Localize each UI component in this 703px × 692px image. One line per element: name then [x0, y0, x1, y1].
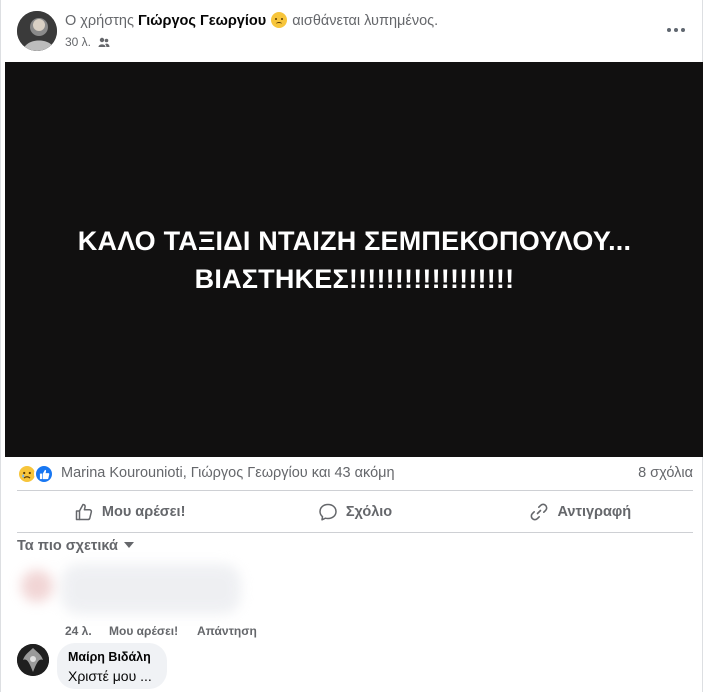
image-text-line-1: ΚΑΛΟ ΤΑΞΙΔΙ ΝΤΑΙΖΗ ΣΕΜΠΕΚΟΠΟΥΛΟΥ...	[77, 225, 632, 256]
comment-icon	[319, 503, 337, 521]
author-avatar[interactable]	[17, 11, 57, 51]
thumbs-up-icon	[75, 503, 93, 521]
sad-face-emoji-icon	[271, 12, 288, 28]
comment-text: Χριστέ μου ...	[68, 668, 152, 684]
reaction-icons[interactable]	[17, 464, 57, 484]
dot-icon	[674, 28, 678, 32]
comment-reply-button[interactable]: Απάντηση	[197, 624, 257, 638]
reactions-summary: Marina Kourounioti, Γιώργος Γεωργίου και…	[17, 462, 693, 486]
comments-count[interactable]: 8 σχόλια	[638, 465, 693, 481]
copy-link-button[interactable]: Αντιγραφή	[468, 494, 693, 530]
feed-post: Ο χρήστης Γιώργος Γεωργίου αισθάνεται λυ…	[0, 0, 703, 692]
comment-bubble: Μαίρη Βιδάλη Χριστέ μου ...	[57, 643, 167, 689]
comment-sort-dropdown[interactable]: Τα πιο σχετικά	[17, 538, 134, 554]
divider	[17, 532, 693, 533]
caret-down-icon	[123, 542, 134, 548]
comment-sort-label: Τα πιο σχετικά	[17, 538, 118, 554]
comment-avatar	[21, 570, 53, 602]
author-line: Ο χρήστης Γιώργος Γεωργίου αισθάνεται λυ…	[65, 12, 438, 29]
dot-icon	[681, 28, 685, 32]
copy-link-button-label: Αντιγραφή	[557, 504, 632, 520]
comment-avatar[interactable]	[17, 644, 49, 676]
dot-icon	[667, 28, 671, 32]
commenter-name[interactable]: Μαίρη Βιδάλη	[68, 650, 156, 664]
like-reaction-icon	[34, 464, 54, 484]
image-text-line-2: ΒΙΑΣΤΗΚΕΣ!!!!!!!!!!!!!!!!!!	[194, 263, 515, 294]
comment-button[interactable]: Σχόλιο	[242, 494, 467, 530]
comment-like-button[interactable]: Μου αρέσει!	[109, 624, 178, 638]
friends-icon	[98, 37, 110, 47]
post-time[interactable]: 30 λ.	[65, 35, 91, 49]
feeling-text: αισθάνεται λυπημένος.	[292, 13, 439, 29]
like-button[interactable]: Μου αρέσει!	[17, 494, 242, 530]
author-name[interactable]: Γιώργος Γεωργίου	[138, 13, 266, 29]
author-prefix: Ο χρήστης	[65, 13, 134, 29]
comment-bubble	[61, 564, 241, 614]
divider	[17, 490, 693, 491]
action-bar: Μου αρέσει! Σχόλιο Αντιγραφή	[17, 494, 693, 530]
more-options-button[interactable]	[664, 18, 688, 42]
comment-time[interactable]: 24 λ.	[65, 624, 92, 638]
link-icon	[531, 503, 548, 521]
post-meta: 30 λ.	[65, 35, 110, 49]
post-header: Ο χρήστης Γιώργος Γεωργίου αισθάνεται λυ…	[1, 0, 703, 62]
post-image[interactable]: ΚΑΛΟ ΤΑΞΙΔΙ ΝΤΑΙΖΗ ΣΕΜΠΕΚΟΠΟΥΛΟΥ... ΒΙΑΣ…	[5, 62, 703, 457]
reactors-text[interactable]: Marina Kourounioti, Γιώργος Γεωργίου και…	[61, 465, 395, 481]
like-button-label: Μου αρέσει!	[101, 504, 186, 520]
comment-button-label: Σχόλιο	[345, 504, 393, 520]
blurred-comment	[17, 560, 247, 620]
